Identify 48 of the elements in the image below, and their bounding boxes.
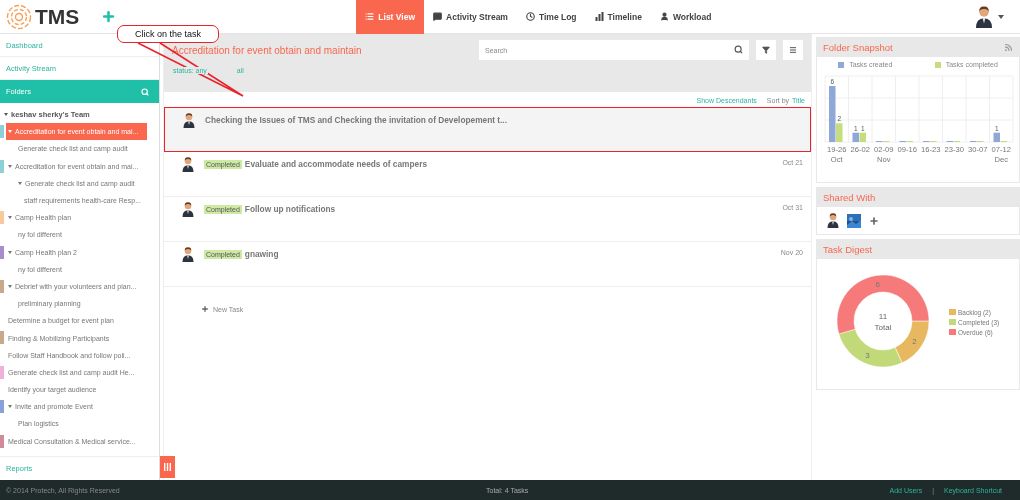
legend-swatch (949, 329, 956, 335)
legend-swatch (949, 319, 956, 325)
collapse-button[interactable] (160, 456, 175, 478)
avatar-icon (183, 113, 195, 128)
segment-value: 2 (912, 337, 917, 347)
user-avatar[interactable] (975, 5, 993, 28)
nav-tab[interactable]: Activity Stream (424, 0, 517, 34)
add-icon[interactable] (201, 305, 209, 313)
task-title: Evaluate and accommodate needs of campers (244, 159, 427, 169)
folder-title: Accreditation for event obtain and maintain (172, 44, 362, 56)
brand-name: TMS (35, 4, 80, 29)
search-icon[interactable] (734, 45, 743, 54)
menu-icon (789, 46, 797, 54)
nav-tab[interactable]: Timeline (585, 0, 651, 34)
card-title: Folder Snapshot (823, 42, 893, 53)
filter-icon (762, 46, 770, 54)
card-title: Shared With (823, 192, 876, 203)
list-icon (365, 12, 375, 21)
task-title: gnawing (244, 249, 279, 259)
avatar-icon (827, 213, 839, 228)
avatar-icon (182, 247, 194, 262)
bar-chart-icon (594, 12, 604, 21)
legend-swatch (949, 309, 956, 315)
task-title: Follow up notifications (244, 204, 336, 214)
avatar-icon (182, 202, 194, 217)
caret-icon[interactable] (998, 14, 1004, 19)
legend-swatch (934, 61, 941, 68)
nav-tab[interactable]: Time Log (516, 0, 586, 34)
menu-button[interactable] (783, 40, 803, 60)
clock-icon (525, 12, 535, 21)
task-title: Checking the Issues of TMS and Checking the invitation of Developement t... (205, 115, 507, 125)
legend-swatch (838, 61, 845, 68)
columns-icon (164, 463, 171, 471)
filter-button[interactable] (756, 40, 776, 60)
segment-value: 3 (865, 351, 870, 361)
nav-tab[interactable]: List View (356, 0, 425, 34)
avatar-icon (182, 157, 194, 172)
user-icon (659, 12, 669, 21)
total-value: 11 (878, 312, 888, 321)
segment-value: 6 (875, 279, 880, 289)
logo-icon (6, 3, 32, 30)
nav-tab[interactable]: Workload (650, 0, 721, 34)
task-row[interactable]: Checking the Issues of TMS and Checking the invitation of Developement t... (164, 107, 811, 152)
total-label: Total (874, 323, 892, 332)
add-icon[interactable] (869, 215, 879, 226)
callout-text: Click on the task (117, 25, 219, 43)
comment-icon (433, 12, 443, 21)
card-title: Task Digest (823, 244, 873, 255)
